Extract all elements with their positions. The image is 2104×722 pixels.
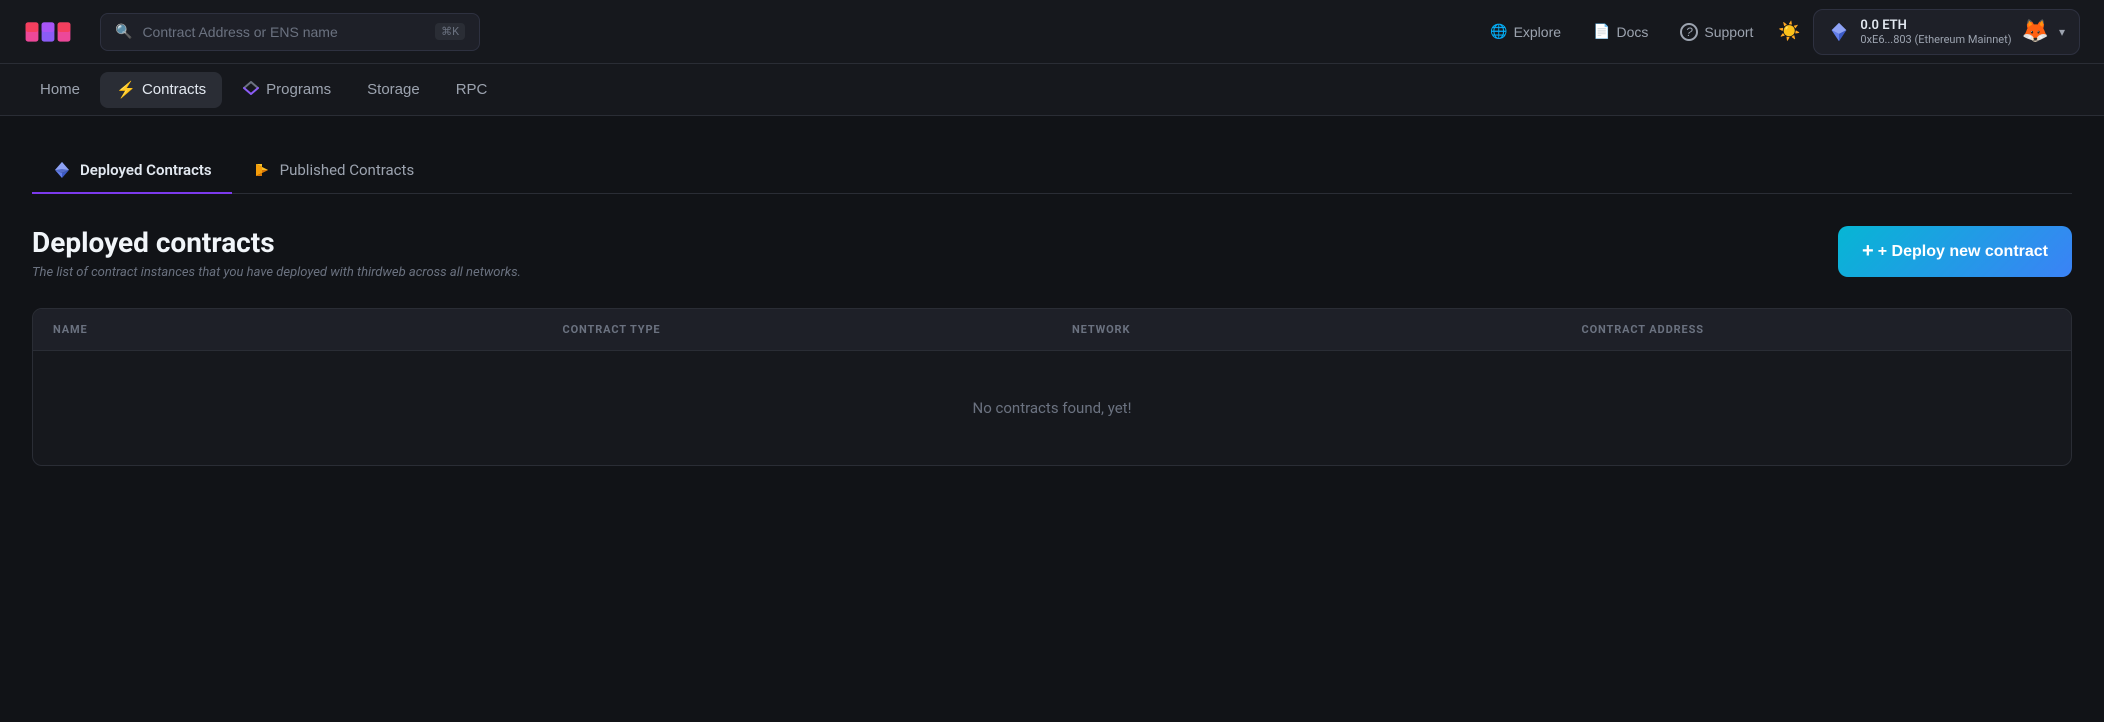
search-bar[interactable]: 🔍 ⌘K	[100, 13, 480, 51]
table-header: NAME CONTRACT TYPE NETWORK CONTRACT ADDR…	[33, 309, 2071, 351]
help-icon: ?	[1680, 23, 1698, 41]
col-name: NAME	[33, 309, 543, 350]
col-contract-type: CONTRACT TYPE	[543, 309, 1053, 350]
tab-published-contracts[interactable]: Published Contracts	[232, 148, 435, 194]
wallet-widget[interactable]: 0.0 ETH 0xE6...803 (Ethereum Mainnet) 🦊 …	[1813, 9, 2080, 55]
plus-icon: +	[1862, 240, 1874, 263]
storage-label: Storage	[367, 81, 420, 98]
wallet-eth-balance: 0.0 ETH	[1860, 18, 2011, 33]
metamask-icon: 🦊	[2022, 19, 2049, 44]
nav-rpc[interactable]: RPC	[440, 72, 504, 108]
explore-button[interactable]: 🌐 Explore	[1478, 17, 1573, 46]
nav-storage[interactable]: Storage	[351, 72, 436, 108]
explore-label: Explore	[1514, 24, 1561, 40]
diamond-icon	[1828, 21, 1850, 43]
main-navbar: Home ⚡ Contracts Programs Storage RPC	[0, 64, 2104, 116]
topbar: 🔍 ⌘K 🌐 Explore 📄 Docs ? Support ☀️	[0, 0, 2104, 64]
doc-icon: 📄	[1593, 23, 1610, 40]
page-title-block: Deployed contracts The list of contract …	[32, 226, 521, 280]
wallet-address: 0xE6...803 (Ethereum Mainnet)	[1860, 33, 2011, 46]
topbar-nav: 🌐 Explore 📄 Docs ? Support ☀️ 0.0 ETH 0	[1478, 9, 2080, 55]
home-label: Home	[40, 81, 80, 98]
programs-label: Programs	[266, 81, 331, 98]
page-title: Deployed contracts	[32, 226, 521, 259]
contracts-table: NAME CONTRACT TYPE NETWORK CONTRACT ADDR…	[32, 308, 2072, 466]
search-shortcut: ⌘K	[435, 23, 465, 40]
ethereum-icon	[52, 160, 72, 180]
docs-button[interactable]: 📄 Docs	[1581, 17, 1660, 46]
contract-tabs: Deployed Contracts Published Contracts	[32, 148, 2072, 194]
support-button[interactable]: ? Support	[1668, 17, 1765, 47]
col-network: NETWORK	[1052, 309, 1562, 350]
programs-icon	[242, 81, 260, 99]
wallet-info: 0.0 ETH 0xE6...803 (Ethereum Mainnet)	[1860, 18, 2011, 46]
main-content: Deployed Contracts Published Contracts D…	[0, 116, 2104, 498]
tab-deployed-label: Deployed Contracts	[80, 161, 212, 179]
globe-icon: 🌐	[1490, 23, 1507, 40]
search-icon: 🔍	[115, 24, 132, 40]
empty-message: No contracts found, yet!	[973, 399, 1132, 417]
page-subtitle: The list of contract instances that you …	[32, 265, 521, 280]
search-input[interactable]	[142, 24, 425, 40]
tab-deployed-contracts[interactable]: Deployed Contracts	[32, 148, 232, 194]
page-header: Deployed contracts The list of contract …	[32, 226, 2072, 280]
contracts-icon: ⚡	[116, 80, 136, 100]
contracts-label: Contracts	[142, 81, 206, 98]
rpc-label: RPC	[456, 81, 488, 98]
deploy-button-label: + Deploy new contract	[1878, 243, 2048, 261]
docs-label: Docs	[1616, 24, 1648, 40]
tab-published-label: Published Contracts	[280, 161, 415, 179]
deploy-new-contract-button[interactable]: + + Deploy new contract	[1838, 226, 2072, 277]
theme-toggle-button[interactable]: ☀️	[1773, 16, 1805, 48]
table-body: No contracts found, yet!	[33, 351, 2071, 465]
nav-programs[interactable]: Programs	[226, 72, 347, 108]
sun-icon: ☀️	[1778, 21, 1800, 42]
chevron-down-icon: ▾	[2059, 25, 2065, 39]
support-label: Support	[1704, 24, 1753, 40]
nav-home[interactable]: Home	[24, 72, 96, 108]
arrow-icon	[252, 160, 272, 180]
logo[interactable]	[24, 16, 72, 48]
col-contract-address: CONTRACT ADDRESS	[1562, 309, 2072, 350]
nav-contracts[interactable]: ⚡ Contracts	[100, 72, 222, 108]
